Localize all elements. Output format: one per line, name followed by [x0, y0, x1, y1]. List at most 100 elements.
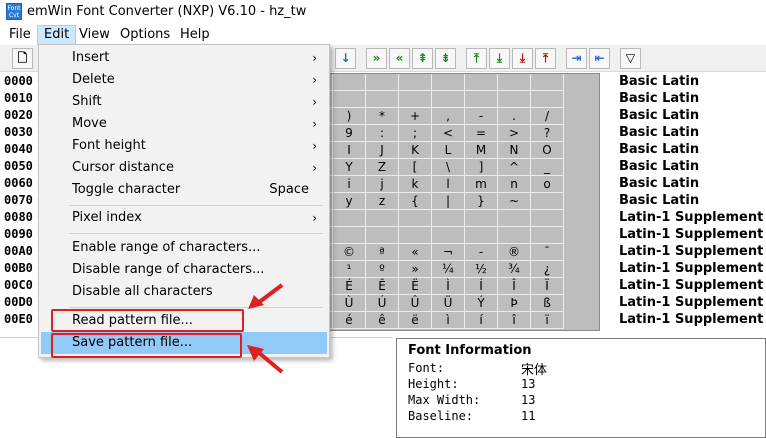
character-cell[interactable]: Y: [333, 159, 366, 176]
red-arrow-up-icon[interactable]: ⤒: [535, 48, 556, 69]
double-arrow-right-icon[interactable]: »: [366, 48, 387, 69]
character-cell[interactable]: i: [333, 176, 366, 193]
menu-item-disable-range[interactable]: Disable range of characters...: [41, 259, 327, 281]
menu-item-insert[interactable]: Insert ›: [41, 47, 327, 69]
character-cell[interactable]: n: [498, 176, 531, 193]
menu-item-font-height[interactable]: Font height ›: [41, 135, 327, 157]
character-cell[interactable]: ?: [531, 125, 564, 142]
character-cell[interactable]: [366, 227, 399, 244]
character-cell[interactable]: [465, 227, 498, 244]
character-cell[interactable]: [531, 74, 564, 91]
red-arrow-down-icon[interactable]: ⤓: [512, 48, 533, 69]
character-cell[interactable]: [333, 210, 366, 227]
character-cell[interactable]: Û: [399, 295, 432, 312]
character-cell[interactable]: ¹: [333, 261, 366, 278]
character-cell[interactable]: M: [465, 142, 498, 159]
menu-item-pixel-index[interactable]: Pixel index ›: [41, 207, 327, 229]
new-file-icon[interactable]: 🗋: [12, 48, 33, 69]
character-cell[interactable]: ¿: [531, 261, 564, 278]
character-cell[interactable]: [: [399, 159, 432, 176]
character-cell[interactable]: {: [399, 193, 432, 210]
character-cell[interactable]: ß: [531, 295, 564, 312]
menu-options[interactable]: Options: [114, 25, 176, 45]
character-cell[interactable]: N: [498, 142, 531, 159]
character-cell[interactable]: [399, 74, 432, 91]
character-cell[interactable]: _: [531, 159, 564, 176]
character-cell[interactable]: K: [399, 142, 432, 159]
character-cell[interactable]: ]: [465, 159, 498, 176]
character-cell[interactable]: [531, 210, 564, 227]
double-arrow-down-icon[interactable]: ⇟: [435, 48, 456, 69]
character-cell[interactable]: j: [366, 176, 399, 193]
character-cell[interactable]: :: [366, 125, 399, 142]
character-cell[interactable]: [531, 91, 564, 108]
character-cell[interactable]: k: [399, 176, 432, 193]
character-cell[interactable]: J: [366, 142, 399, 159]
character-cell[interactable]: Z: [366, 159, 399, 176]
character-cell[interactable]: [465, 91, 498, 108]
menu-edit[interactable]: Edit: [37, 25, 77, 45]
character-cell[interactable]: ¾: [498, 261, 531, 278]
character-cell[interactable]: [366, 91, 399, 108]
character-cell[interactable]: z: [366, 193, 399, 210]
character-cell[interactable]: º: [366, 261, 399, 278]
character-cell[interactable]: ~: [498, 193, 531, 210]
character-cell[interactable]: m: [465, 176, 498, 193]
character-cell[interactable]: [399, 227, 432, 244]
menu-item-cursor-distance[interactable]: Cursor distance ›: [41, 157, 327, 179]
character-cell[interactable]: í: [465, 312, 498, 329]
character-cell[interactable]: [498, 210, 531, 227]
character-cell[interactable]: ê: [366, 312, 399, 329]
character-cell[interactable]: 9: [333, 125, 366, 142]
character-cell[interactable]: ¯: [531, 244, 564, 261]
character-cell[interactable]: Ú: [366, 295, 399, 312]
character-cell[interactable]: |: [432, 193, 465, 210]
double-arrow-up-icon[interactable]: ⇞: [412, 48, 433, 69]
arrow-down-icon[interactable]: ↓: [335, 48, 356, 69]
character-cell[interactable]: [399, 210, 432, 227]
character-cell[interactable]: ;: [399, 125, 432, 142]
character-cell[interactable]: ½: [465, 261, 498, 278]
character-cell[interactable]: <: [432, 125, 465, 142]
character-cell[interactable]: [399, 91, 432, 108]
menu-item-shift[interactable]: Shift ›: [41, 91, 327, 113]
character-cell[interactable]: ë: [399, 312, 432, 329]
character-cell[interactable]: ï: [531, 312, 564, 329]
character-cell[interactable]: [366, 210, 399, 227]
character-cell[interactable]: [432, 91, 465, 108]
character-cell[interactable]: «: [399, 244, 432, 261]
character-cell[interactable]: [432, 227, 465, 244]
character-cell[interactable]: é: [333, 312, 366, 329]
character-cell[interactable]: Ï: [531, 278, 564, 295]
character-cell[interactable]: }: [465, 193, 498, 210]
character-cell[interactable]: É: [333, 278, 366, 295]
character-cell[interactable]: ©: [333, 244, 366, 261]
character-cell[interactable]: ì: [432, 312, 465, 329]
character-cell[interactable]: [366, 74, 399, 91]
character-cell[interactable]: ª: [366, 244, 399, 261]
character-cell[interactable]: O: [531, 142, 564, 159]
character-cell[interactable]: Ë: [399, 278, 432, 295]
character-cell[interactable]: -: [465, 108, 498, 125]
menu-item-toggle-character[interactable]: Toggle character Space: [41, 179, 327, 201]
character-cell[interactable]: I: [333, 142, 366, 159]
character-cell[interactable]: y: [333, 193, 366, 210]
character-cell[interactable]: ¼: [432, 261, 465, 278]
double-arrow-left-icon[interactable]: «: [389, 48, 410, 69]
character-cell[interactable]: Þ: [498, 295, 531, 312]
character-cell[interactable]: \: [432, 159, 465, 176]
character-cell[interactable]: [333, 74, 366, 91]
character-cell[interactable]: [498, 74, 531, 91]
menu-view[interactable]: View: [73, 25, 116, 45]
menu-file[interactable]: File: [3, 25, 37, 45]
character-cell[interactable]: >: [498, 125, 531, 142]
character-cell[interactable]: î: [498, 312, 531, 329]
character-cell[interactable]: Í: [465, 278, 498, 295]
arrow-to-right-icon[interactable]: ⇥: [566, 48, 587, 69]
character-cell[interactable]: +: [399, 108, 432, 125]
menu-item-delete[interactable]: Delete ›: [41, 69, 327, 91]
character-cell[interactable]: .: [498, 108, 531, 125]
character-cell[interactable]: *: [366, 108, 399, 125]
character-cell[interactable]: [333, 91, 366, 108]
menu-item-enable-range[interactable]: Enable range of characters...: [41, 237, 327, 259]
